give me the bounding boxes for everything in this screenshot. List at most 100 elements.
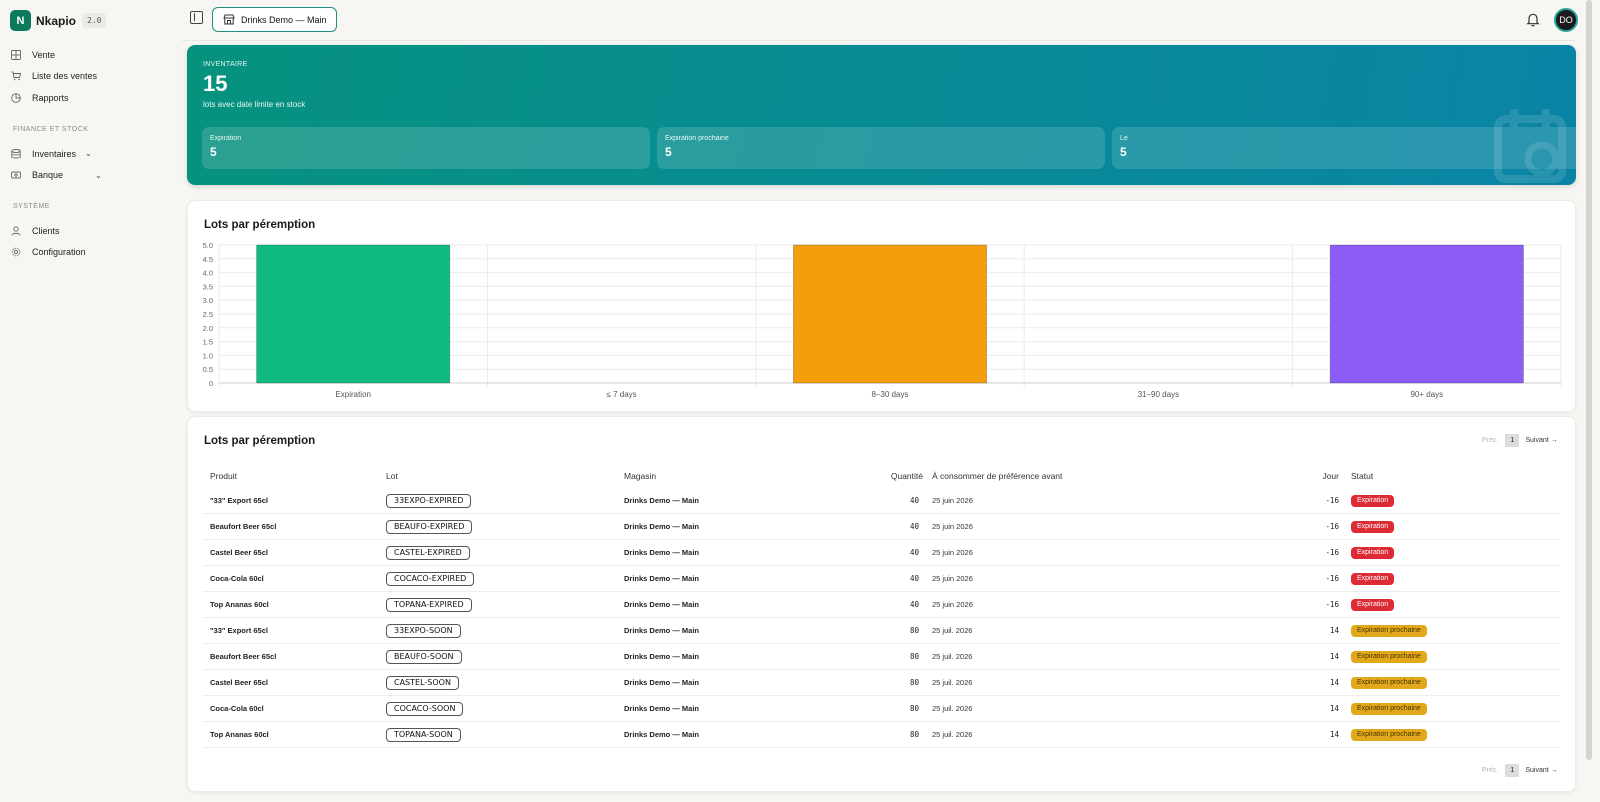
table-row[interactable]: "33" Export 65cl 33EXPO-EXPIRED Drinks Dem… bbox=[203, 488, 1560, 514]
product-cell: Coca-Cola 60cl bbox=[210, 574, 264, 583]
lot-badge: 33EXPO-EXPIRED bbox=[386, 494, 472, 508]
pie-chart-icon bbox=[11, 92, 21, 103]
bar-5 bbox=[1329, 244, 1524, 384]
brand[interactable]: N Nkapio 2.0 bbox=[10, 10, 107, 31]
bell-icon[interactable] bbox=[1526, 12, 1540, 27]
store-cell: Drinks Demo — Main bbox=[624, 626, 700, 635]
store-cell: Drinks Demo — Main bbox=[624, 678, 700, 687]
col-jour[interactable]: Jour bbox=[1295, 471, 1339, 481]
sidebar-item-label: Vente bbox=[32, 49, 56, 60]
days-cell: 14 bbox=[1329, 730, 1339, 739]
product-cell: Beaufort Beer 65cl bbox=[210, 522, 277, 531]
table-row[interactable]: Top Ananas 60cl TOPANA-SOON Drinks Demo — … bbox=[203, 722, 1560, 748]
hero-kicker: INVENTAIRE bbox=[203, 61, 248, 68]
stat-value: 5 bbox=[210, 145, 217, 159]
gear-icon bbox=[11, 247, 21, 257]
y-tick-label: 3.5 bbox=[203, 282, 213, 291]
next-page-button[interactable]: Suivant → bbox=[1525, 437, 1557, 444]
table-row[interactable]: Coca-Cola 60cl COCACO-EXPIRED Drinks Demo … bbox=[203, 566, 1560, 592]
sidebar-item-inventaires[interactable]: Inventaires ⌄ bbox=[11, 143, 171, 165]
chevron-down-icon[interactable]: ⌄ bbox=[95, 171, 102, 180]
nav-system: Clients Configuration bbox=[11, 220, 171, 263]
prev-page-button[interactable]: Préc. bbox=[1482, 437, 1498, 444]
days-cell: 14 bbox=[1329, 652, 1339, 661]
store-cell: Drinks Demo — Main bbox=[624, 496, 700, 505]
product-cell: "33" Export 65cl bbox=[210, 626, 268, 635]
table-row[interactable]: Coca-Cola 60cl COCACO-SOON Drinks Demo — M… bbox=[203, 696, 1560, 722]
store-cell: Drinks Demo — Main bbox=[624, 574, 700, 583]
best-before-cell: 25 juin 2026 bbox=[932, 496, 973, 505]
product-cell: Top Ananas 60cl bbox=[210, 600, 269, 609]
table-row[interactable]: "33" Export 65cl 33EXPO-SOON Drinks Demo —… bbox=[203, 618, 1560, 644]
product-cell: "33" Export 65cl bbox=[210, 496, 268, 505]
best-before-cell: 25 juil. 2026 bbox=[932, 704, 973, 713]
sidebar-item-banque[interactable]: Banque ⌄ bbox=[11, 165, 171, 187]
best-before-cell: 25 juin 2026 bbox=[932, 574, 973, 583]
col-lot[interactable]: Lot bbox=[386, 471, 398, 481]
col-quantite[interactable]: Quantité bbox=[877, 471, 923, 481]
table-row[interactable]: Top Ananas 60cl TOPANA-EXPIRED Drinks Demo… bbox=[203, 592, 1560, 618]
col-date[interactable]: À consommer de préférence avant bbox=[932, 471, 1062, 481]
sidebar-item-label: Clients bbox=[32, 225, 60, 236]
app-name: Nkapio bbox=[36, 13, 77, 28]
page-number-button[interactable]: 1 bbox=[1505, 764, 1520, 777]
table-row[interactable]: Beaufort Beer 65cl BEAUFO-SOON Drinks Demo… bbox=[203, 644, 1560, 670]
sidebar-item-vente[interactable]: Vente bbox=[11, 44, 171, 66]
x-tick-label: 31–90 days bbox=[1138, 390, 1179, 399]
best-before-cell: 25 juil. 2026 bbox=[932, 626, 973, 635]
col-produit[interactable]: Produit bbox=[210, 471, 237, 481]
lot-badge: BEAUFO-SOON bbox=[386, 650, 462, 664]
quantity-cell: 40 bbox=[909, 600, 919, 609]
quantity-cell: 80 bbox=[909, 730, 919, 739]
y-tick-label: 5.0 bbox=[203, 241, 213, 250]
y-tick-label: 0.5 bbox=[203, 365, 213, 374]
chevron-down-icon[interactable]: ⌄ bbox=[85, 149, 92, 158]
quantity-cell: 80 bbox=[909, 652, 919, 661]
stat-card-expired: Expiration 5 bbox=[202, 127, 650, 169]
nav-finance: Inventaires ⌄ Banque ⌄ bbox=[11, 143, 171, 186]
sidebar-toggle-icon[interactable] bbox=[190, 11, 203, 24]
prev-page-button[interactable]: Préc. bbox=[1482, 767, 1498, 774]
table-row[interactable]: Castel Beer 65cl CASTEL-SOON Drinks Demo —… bbox=[203, 670, 1560, 696]
status-badge: Expiration bbox=[1351, 521, 1395, 533]
inventory-hero: INVENTAIRE 15 lots avec date limite en s… bbox=[187, 45, 1576, 185]
sidebar-item-sales-list[interactable]: Liste des ventes bbox=[11, 66, 171, 88]
store-cell: Drinks Demo — Main bbox=[624, 600, 700, 609]
x-tick-label: 90+ days bbox=[1410, 390, 1443, 399]
store-cell: Drinks Demo — Main bbox=[624, 704, 700, 713]
sidebar-item-clients[interactable]: Clients bbox=[11, 220, 171, 242]
status-badge: Expiration bbox=[1351, 573, 1395, 585]
y-tick-label: 4.0 bbox=[203, 269, 213, 278]
table-row[interactable]: Beaufort Beer 65cl BEAUFO-EXPIRED Drinks D… bbox=[203, 514, 1560, 540]
avatar[interactable]: DO bbox=[1554, 8, 1578, 32]
version-badge: 2.0 bbox=[82, 13, 107, 28]
user-icon bbox=[11, 226, 21, 236]
status-badge: Expiration prochaine bbox=[1351, 729, 1427, 741]
lot-badge: CASTEL-SOON bbox=[386, 676, 459, 690]
product-cell: Castel Beer 65cl bbox=[210, 678, 268, 687]
y-tick-label: 2.0 bbox=[203, 324, 213, 333]
sidebar-item-reports[interactable]: Rapports bbox=[11, 87, 171, 109]
store-cell: Drinks Demo — Main bbox=[624, 522, 700, 531]
sidebar-item-label: Rapports bbox=[32, 92, 69, 103]
banknote-icon bbox=[11, 170, 21, 180]
store-selector[interactable]: Drinks Demo — Main bbox=[212, 7, 337, 32]
y-tick-label: 1.0 bbox=[203, 351, 213, 360]
scrollbar[interactable] bbox=[1586, 0, 1592, 760]
col-statut[interactable]: Statut bbox=[1351, 471, 1373, 481]
lot-badge: TOPANA-SOON bbox=[386, 728, 461, 742]
quantity-cell: 80 bbox=[909, 626, 919, 635]
lot-badge: 33EXPO-SOON bbox=[386, 624, 461, 638]
hero-value: 15 bbox=[203, 71, 228, 96]
best-before-cell: 25 juin 2026 bbox=[932, 548, 973, 557]
section-finance: FINANCE ET STOCK bbox=[13, 126, 89, 133]
y-tick-label: 0 bbox=[209, 379, 213, 388]
col-magasin[interactable]: Magasin bbox=[624, 471, 656, 481]
sidebar-item-configuration[interactable]: Configuration bbox=[11, 242, 171, 264]
next-page-button[interactable]: Suivant → bbox=[1525, 767, 1557, 774]
page-number-button[interactable]: 1 bbox=[1505, 434, 1520, 447]
lot-badge: BEAUFO-EXPIRED bbox=[386, 520, 473, 534]
days-cell: -16 bbox=[1325, 522, 1339, 531]
table-row[interactable]: Castel Beer 65cl CASTEL-EXPIRED Drinks Dem… bbox=[203, 540, 1560, 566]
best-before-cell: 25 juin 2026 bbox=[932, 600, 973, 609]
